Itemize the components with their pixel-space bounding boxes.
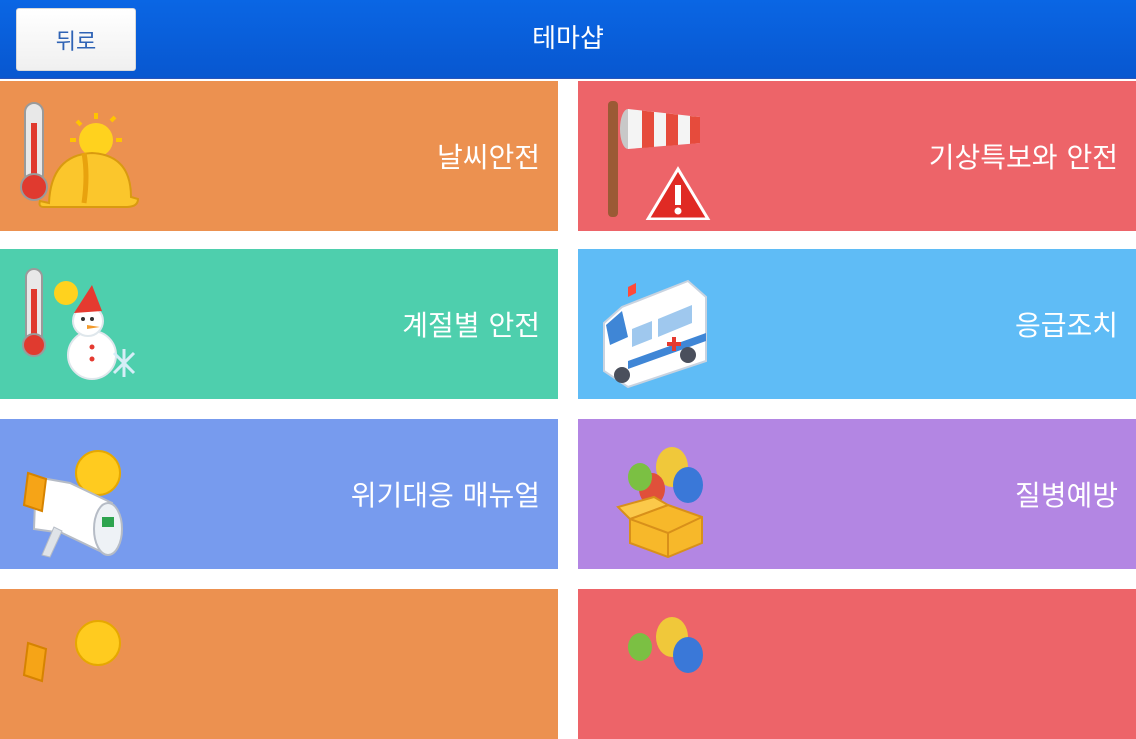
ambulance-icon [603,279,707,388]
tile-special-weather-warning[interactable]: 기상특보와 안전 [578,81,1136,231]
tile-row4-left[interactable] [0,589,558,739]
seasonal-snowman-icon [22,268,136,380]
tile-label: 위기대응 매뉴얼 [350,479,540,512]
tile-label: 계절별 안전 [402,309,540,342]
app-header: 테마샵 뒤로 [0,0,1136,79]
tile-row4-right[interactable] [578,589,1136,739]
tile-label: 기상특보와 안전 [928,141,1118,174]
tile-weather-safety[interactable]: 날씨안전 [0,81,558,231]
tile-seasonal-safety[interactable]: 계절별 안전 [0,249,558,399]
megaphone-icon [22,450,123,558]
tile-label: 날씨안전 [436,141,540,174]
balloons-box-icon [616,447,703,558]
tile-disease-prevention[interactable]: 질병예방 [578,419,1136,569]
weather-safety-icon [20,102,139,208]
balloons-box-icon [628,617,703,673]
windsock-warning-icon [608,101,711,220]
back-button[interactable]: 뒤로 [16,8,136,71]
page-title: 테마샵 [532,24,604,54]
tile-crisis-response-manual[interactable]: 위기대응 매뉴얼 [0,419,558,569]
tile-label: 응급조치 [1014,309,1118,342]
megaphone-icon [22,620,121,683]
tile-first-aid[interactable]: 응급조치 [578,249,1136,399]
tile-label: 질병예방 [1014,479,1118,512]
